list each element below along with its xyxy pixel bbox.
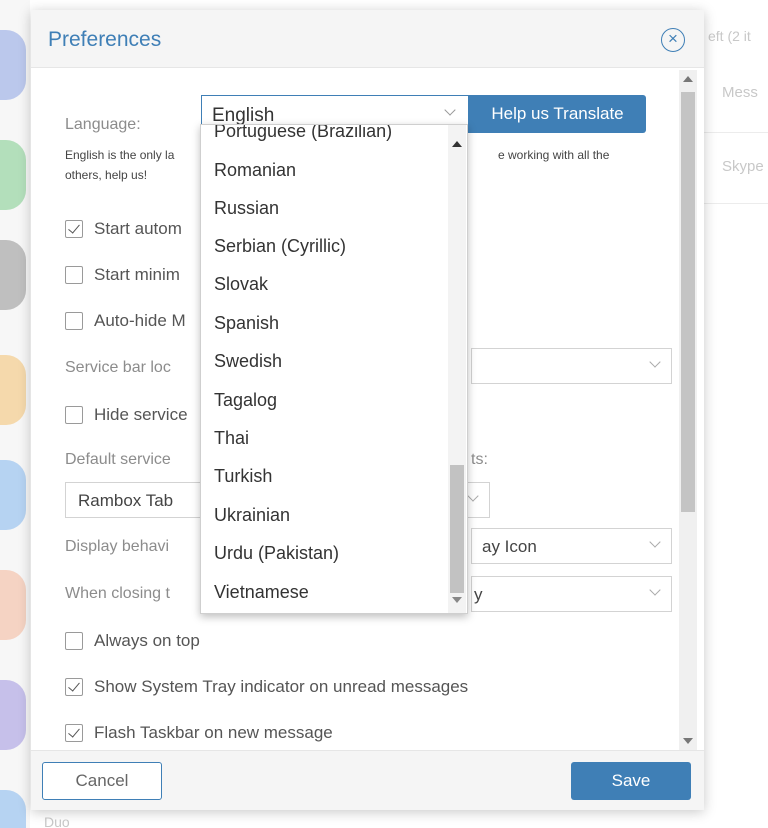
dialog-header: Preferences × xyxy=(31,10,704,68)
when-closing-select[interactable]: y xyxy=(471,576,672,612)
language-label: Language: xyxy=(65,116,141,133)
help-us-translate-button[interactable]: Help us Translate xyxy=(469,95,646,133)
system-tray-indicator-checkbox[interactable]: Show System Tray indicator on unread mes… xyxy=(65,676,468,698)
dropdown-option[interactable]: Turkish xyxy=(214,466,272,487)
save-button[interactable]: Save xyxy=(571,762,691,800)
chevron-down-icon xyxy=(649,356,661,368)
checkbox[interactable] xyxy=(65,406,83,424)
service-bar-location-select[interactable] xyxy=(471,348,672,384)
checkbox[interactable] xyxy=(65,220,83,238)
dropdown-option[interactable]: Urdu (Pakistan) xyxy=(214,543,339,564)
start-minimized-checkbox[interactable]: Start minim xyxy=(65,264,180,286)
dropdown-option[interactable]: Spanish xyxy=(214,313,279,334)
dropdown-option[interactable]: Russian xyxy=(214,198,279,219)
language-dropdown-list: Portuguese (Brazilian) Romanian Russian … xyxy=(200,124,468,614)
checkbox[interactable] xyxy=(65,632,83,650)
chevron-down-icon xyxy=(649,536,661,548)
hide-service-names-checkbox[interactable]: Hide service xyxy=(65,404,188,426)
chevron-down-icon xyxy=(649,584,661,596)
service-bar-location-label: Service bar loc xyxy=(65,359,171,376)
background-service-tab xyxy=(0,570,26,640)
chevron-down-icon xyxy=(467,490,479,502)
select-value: Rambox Tab xyxy=(78,491,174,510)
dropdown-scrollbar[interactable] xyxy=(448,125,466,613)
language-note: others, help us! xyxy=(65,168,148,182)
auto-hide-menu-checkbox[interactable]: Auto-hide M xyxy=(65,310,186,332)
checkbox[interactable] xyxy=(65,266,83,284)
checkbox[interactable] xyxy=(65,678,83,696)
background-service-tab xyxy=(0,140,26,210)
background-service-tab xyxy=(0,460,26,530)
checkbox-label: Start autom xyxy=(94,219,182,238)
when-closing-label: When closing t xyxy=(65,585,170,602)
background-service-tab xyxy=(0,30,26,100)
select-value: ay Icon xyxy=(482,537,537,556)
dropdown-option[interactable]: Tagalog xyxy=(214,390,277,411)
display-behavior-label: Display behavi xyxy=(65,538,170,555)
background-service-tab xyxy=(0,355,26,425)
scroll-down-icon[interactable] xyxy=(683,738,693,744)
dropdown-option[interactable]: Vietnamese xyxy=(214,582,309,603)
select-value: y xyxy=(474,585,483,604)
dialog-footer: Cancel Save xyxy=(31,750,704,810)
background-divider xyxy=(704,132,768,133)
cancel-button[interactable]: Cancel xyxy=(42,762,162,800)
close-icon[interactable]: × xyxy=(661,28,685,52)
background-text: eft (2 it xyxy=(708,28,751,44)
checkbox[interactable] xyxy=(65,724,83,742)
always-on-top-checkbox[interactable]: Always on top xyxy=(65,630,200,652)
dialog-title: Preferences xyxy=(48,28,162,51)
start-automatically-checkbox[interactable]: Start autom xyxy=(65,218,182,240)
default-service-label: ts: xyxy=(471,451,488,468)
language-note: e working with all the xyxy=(498,148,610,162)
checkbox-label: Always on top xyxy=(94,631,200,650)
scrollbar-thumb[interactable] xyxy=(450,465,464,593)
checkbox-label: Hide service xyxy=(94,405,188,424)
scroll-down-icon[interactable] xyxy=(452,597,462,603)
dropdown-option[interactable]: Ukrainian xyxy=(214,505,290,526)
scrollbar-thumb[interactable] xyxy=(681,92,695,512)
checkbox[interactable] xyxy=(65,312,83,330)
chevron-down-icon xyxy=(444,104,456,116)
language-note: English is the only la xyxy=(65,148,175,162)
dropdown-option[interactable]: Romanian xyxy=(214,160,296,181)
background-text: Duo xyxy=(44,814,70,828)
flash-taskbar-checkbox[interactable]: Flash Taskbar on new message xyxy=(65,722,333,744)
scroll-up-icon[interactable] xyxy=(683,76,693,82)
default-service-label: Default service xyxy=(65,451,171,468)
dialog-scrollbar[interactable] xyxy=(679,70,697,750)
dropdown-option[interactable]: Thai xyxy=(214,428,249,449)
dropdown-option[interactable]: Portuguese (Brazilian) xyxy=(214,125,392,142)
display-behavior-select[interactable]: ay Icon xyxy=(471,528,672,564)
checkbox-label: Show System Tray indicator on unread mes… xyxy=(94,677,469,696)
checkbox-label: Flash Taskbar on new message xyxy=(94,723,333,742)
dropdown-option[interactable]: Slovak xyxy=(214,274,268,295)
dropdown-option[interactable]: Serbian (Cyrillic) xyxy=(214,236,346,257)
dropdown-option[interactable]: Swedish xyxy=(214,351,282,372)
background-text: Skype xyxy=(722,158,764,175)
background-divider xyxy=(704,203,768,204)
background-service-tab xyxy=(0,240,26,310)
checkbox-label: Auto-hide M xyxy=(94,311,186,330)
background-service-tab xyxy=(0,680,26,750)
scroll-up-icon[interactable] xyxy=(452,141,462,147)
checkbox-label: Start minim xyxy=(94,265,180,284)
background-text: Mess xyxy=(722,84,758,101)
